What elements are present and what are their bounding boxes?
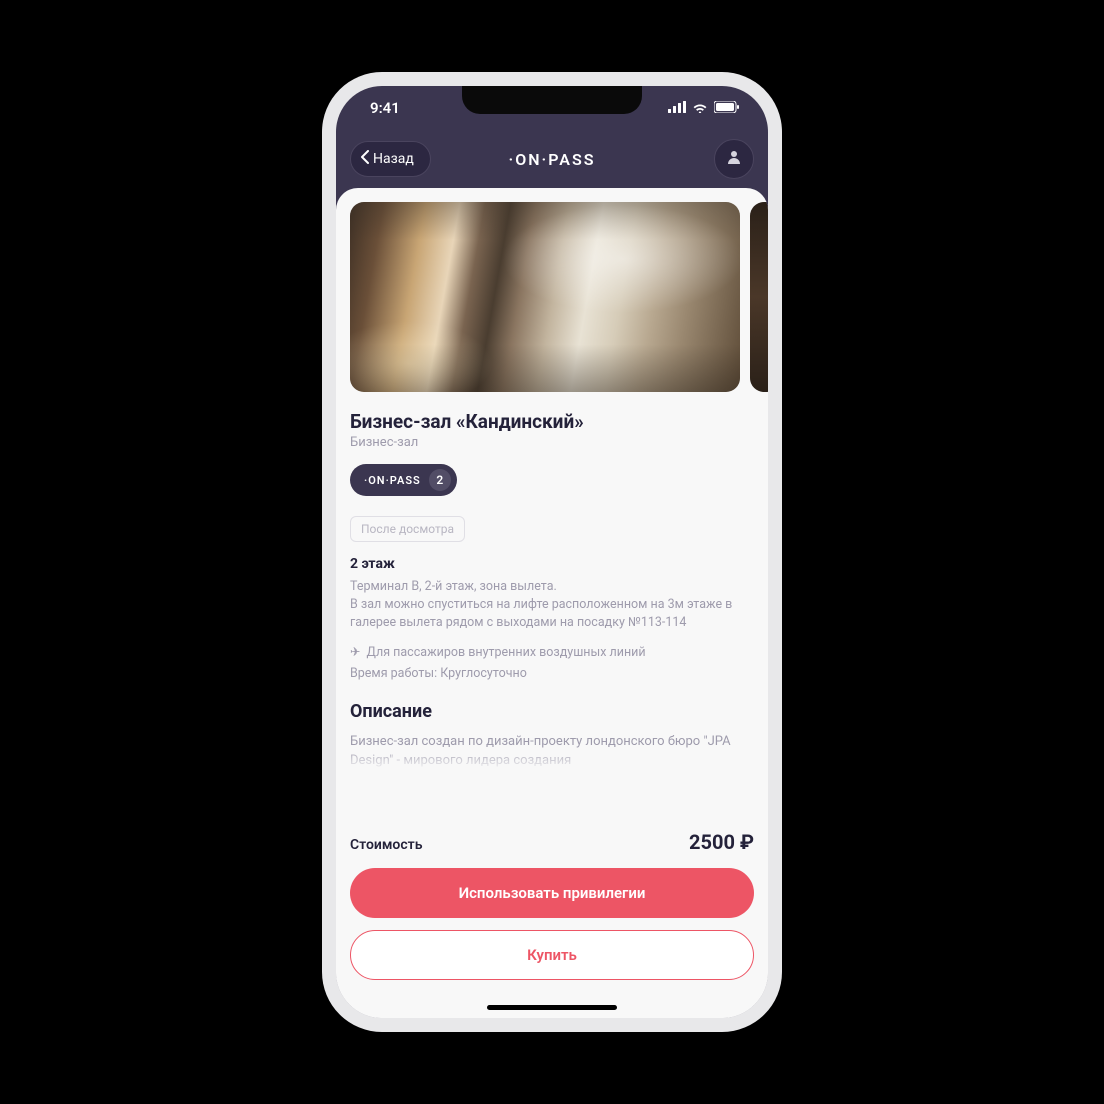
app-title: ·ON·PASS: [509, 150, 596, 169]
description-fade: [350, 747, 754, 771]
description-heading: Описание: [350, 701, 754, 722]
screen: 9:41 Назад ·ON·PASS: [336, 86, 768, 1018]
floor-label: 2 этаж: [350, 556, 754, 572]
price-value: 2500 ₽: [689, 830, 754, 854]
signal-icon: [668, 99, 686, 117]
battery-icon: [714, 99, 740, 117]
use-privileges-button[interactable]: Использовать привилегии: [350, 868, 754, 918]
home-indicator[interactable]: [487, 1005, 617, 1010]
passengers-note: Для пассажиров внутренних воздушных лини…: [366, 644, 645, 662]
profile-button[interactable]: [714, 139, 754, 179]
primary-button-label: Использовать привилегии: [459, 884, 646, 902]
badge-label: ·ON·PASS: [364, 474, 421, 487]
buy-button[interactable]: Купить: [350, 930, 754, 980]
content-card: Бизнес-зал «Кандинский» Бизнес-зал ·ON·P…: [336, 188, 768, 1018]
plane-icon: ✈: [350, 644, 360, 662]
location-text: Терминал B, 2-й этаж, зона вылета. В зал…: [350, 578, 754, 632]
notch: [462, 86, 642, 114]
badge-count: 2: [429, 469, 451, 491]
back-button[interactable]: Назад: [350, 141, 431, 177]
lounge-subtitle: Бизнес-зал: [350, 435, 754, 450]
secondary-button-label: Купить: [527, 946, 577, 964]
scroll-area[interactable]: Бизнес-зал «Кандинский» Бизнес-зал ·ON·P…: [336, 188, 768, 820]
working-hours: Время работы: Круглосуточно: [350, 665, 754, 683]
wifi-icon: [692, 99, 708, 117]
bottom-bar: Стоимость 2500 ₽ Использовать привилегии…: [336, 820, 768, 1018]
nav-bar: Назад ·ON·PASS: [336, 130, 768, 188]
phone-frame: 9:41 Назад ·ON·PASS: [322, 72, 782, 1032]
zone-tag: После досмотра: [350, 516, 465, 542]
onpass-badge[interactable]: ·ON·PASS 2: [350, 464, 457, 496]
image-gallery[interactable]: [350, 202, 754, 392]
user-icon: [726, 149, 742, 169]
lounge-title: Бизнес-зал «Кандинский»: [350, 410, 754, 433]
price-label: Стоимость: [350, 837, 422, 853]
status-time: 9:41: [370, 99, 400, 117]
back-label: Назад: [373, 151, 414, 167]
lounge-photo-next[interactable]: [750, 202, 768, 392]
lounge-photo[interactable]: [350, 202, 740, 392]
chevron-left-icon: [361, 150, 369, 168]
